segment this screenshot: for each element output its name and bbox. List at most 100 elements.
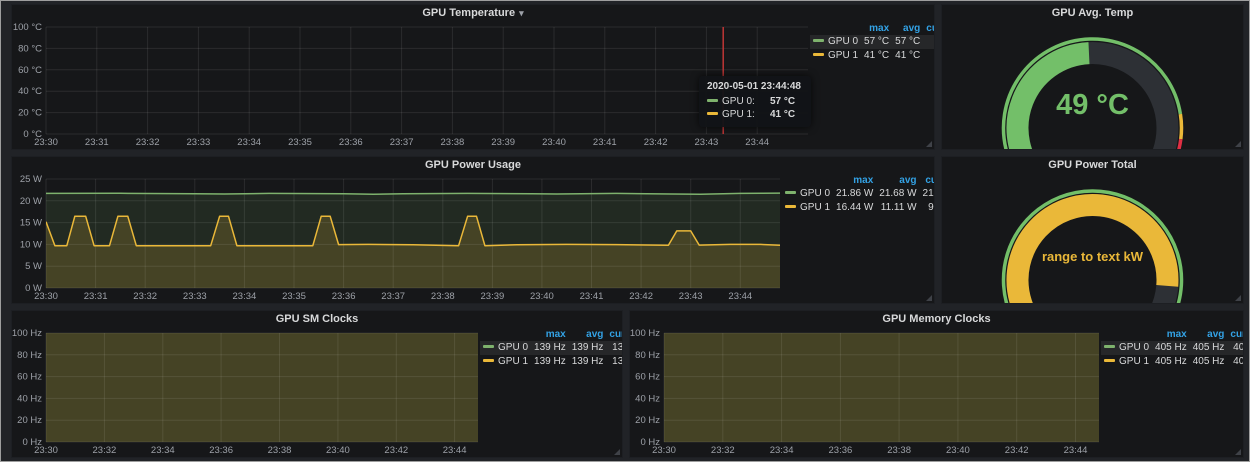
legend-value: 41 °C (923, 49, 935, 63)
panel-resize-handle[interactable] (926, 141, 932, 147)
panel-title[interactable]: GPU Temperature (422, 7, 515, 19)
svg-text:23:38: 23:38 (431, 291, 455, 302)
legend-value: 21.86 W (833, 187, 876, 201)
legend-table: maxavgcurrentGPU 021.86 W21.68 W21.77 WG… (782, 173, 934, 303)
legend-series-name[interactable]: GPU 0 (480, 341, 531, 355)
legend-value: 139 Hz (569, 355, 607, 369)
legend-series-name[interactable]: GPU 1 (480, 355, 531, 369)
panel-title[interactable]: GPU SM Clocks (276, 313, 359, 325)
svg-text:80 Hz: 80 Hz (635, 350, 660, 361)
legend-value: 139 Hz (569, 341, 607, 355)
legend-corner (782, 175, 833, 187)
tooltip-row: GPU 1: 41 °C (707, 108, 801, 121)
legend-series-name[interactable]: GPU 0 (1101, 341, 1152, 355)
gpu-power-usage-chart[interactable]: 0 W5 W10 W15 W20 W25 W23:3023:3123:3223:… (12, 173, 782, 303)
svg-text:23:38: 23:38 (441, 137, 465, 148)
legend-value: 21.77 W (920, 187, 935, 201)
legend-col-header[interactable]: avg (876, 175, 919, 187)
legend-col-header[interactable]: max (861, 23, 892, 35)
gpu-memory-clocks-chart[interactable]: 0 Hz20 Hz40 Hz60 Hz80 Hz100 Hz23:3023:32… (630, 327, 1101, 457)
svg-text:23:31: 23:31 (85, 137, 109, 148)
panel-title[interactable]: GPU Memory Clocks (882, 313, 990, 325)
tooltip-series-label: GPU 0: (722, 95, 760, 108)
panel-gpu-power-usage: GPU Power Usage 0 W5 W10 W15 W20 W25 W23… (11, 156, 935, 304)
panel-header[interactable]: GPU Memory Clocks (630, 311, 1243, 327)
legend-value: 139 Hz (531, 355, 569, 369)
legend-series-name[interactable]: GPU 0 (810, 35, 861, 49)
legend-col-header[interactable]: current (923, 23, 935, 35)
panel-resize-handle[interactable] (1235, 449, 1241, 455)
svg-text:23:35: 23:35 (288, 137, 312, 148)
legend-col-header[interactable]: current (920, 175, 935, 187)
svg-text:23:39: 23:39 (481, 291, 505, 302)
legend-series-name[interactable]: GPU 1 (810, 49, 861, 63)
svg-text:23:32: 23:32 (93, 445, 117, 456)
series-color-dash (813, 39, 824, 42)
tooltip-row: GPU 0: 57 °C (707, 95, 801, 108)
legend-row: GPU 116.44 W11.11 W9.79 W (782, 201, 935, 215)
legend-value: 139 Hz (606, 355, 623, 369)
legend-series-name[interactable]: GPU 0 (782, 187, 833, 201)
series-color-dash (707, 112, 718, 115)
svg-text:23:34: 23:34 (151, 445, 175, 456)
panel-header[interactable]: GPU Avg. Temp (942, 5, 1243, 21)
legend-corner (1101, 329, 1152, 341)
legend-col-header[interactable]: max (531, 329, 569, 341)
legend-col-header[interactable]: current (606, 329, 623, 341)
legend-table: maxavgcurrentGPU 0405 Hz405 Hz405 HzGPU … (1101, 327, 1243, 457)
panel-title[interactable]: GPU Avg. Temp (1052, 7, 1134, 19)
svg-text:23:42: 23:42 (644, 137, 668, 148)
svg-text:23:44: 23:44 (745, 137, 769, 148)
panel-resize-handle[interactable] (926, 295, 932, 301)
legend-col-header[interactable]: avg (569, 329, 607, 341)
svg-text:80 °C: 80 °C (18, 43, 42, 54)
panel-header[interactable]: GPU Power Usage (12, 157, 934, 173)
svg-text:100 Hz: 100 Hz (12, 328, 42, 339)
svg-text:100 Hz: 100 Hz (630, 328, 660, 339)
legend-col-header[interactable]: avg (1190, 329, 1228, 341)
svg-text:10 W: 10 W (20, 239, 42, 250)
svg-text:100 °C: 100 °C (13, 22, 42, 33)
legend-value: 57 °C (892, 35, 923, 49)
legend-col-header[interactable]: avg (892, 23, 923, 35)
panel-resize-handle[interactable] (1235, 141, 1241, 147)
gpu-sm-clocks-chart[interactable]: 0 Hz20 Hz40 Hz60 Hz80 Hz100 Hz23:3023:32… (12, 327, 480, 457)
series-color-dash (785, 205, 796, 208)
power-total-gauge (942, 173, 1243, 303)
svg-text:23:33: 23:33 (183, 291, 207, 302)
panel-resize-handle[interactable] (1235, 295, 1241, 301)
panel-header[interactable]: GPU Temperature ▾ (12, 5, 934, 21)
legend-series-name[interactable]: GPU 1 (1101, 355, 1152, 369)
legend-row: GPU 141 °C41 °C41 °C (810, 49, 935, 63)
series-color-dash (483, 359, 494, 362)
svg-text:23:32: 23:32 (133, 291, 157, 302)
legend-col-header[interactable]: max (1152, 329, 1190, 341)
avg-temp-gauge (942, 21, 1243, 149)
panel-header[interactable]: GPU Power Total (942, 157, 1243, 173)
svg-text:23:37: 23:37 (381, 291, 405, 302)
panel-title[interactable]: GPU Power Total (1048, 159, 1136, 171)
panel-title[interactable]: GPU Power Usage (425, 159, 521, 171)
svg-text:23:33: 23:33 (187, 137, 211, 148)
svg-text:23:34: 23:34 (770, 445, 794, 456)
legend-series-name[interactable]: GPU 1 (782, 201, 833, 215)
svg-text:60 Hz: 60 Hz (17, 372, 42, 383)
panel-resize-handle[interactable] (614, 449, 620, 455)
panel-gpu-avg-temp: GPU Avg. Temp 49 °C (941, 4, 1244, 150)
chevron-down-icon[interactable]: ▾ (519, 8, 524, 18)
legend-value: 405 Hz (1152, 355, 1190, 369)
svg-text:60 Hz: 60 Hz (635, 372, 660, 383)
svg-text:23:40: 23:40 (326, 445, 350, 456)
svg-text:23:41: 23:41 (580, 291, 604, 302)
svg-text:23:30: 23:30 (652, 445, 676, 456)
panel-header[interactable]: GPU SM Clocks (12, 311, 622, 327)
series-color-dash (1104, 345, 1115, 348)
legend-value: 405 Hz (1190, 341, 1228, 355)
legend-col-header[interactable]: current (1227, 329, 1244, 341)
svg-text:40 Hz: 40 Hz (17, 393, 42, 404)
svg-text:23:37: 23:37 (390, 137, 414, 148)
svg-text:5 W: 5 W (25, 261, 42, 272)
legend-col-header[interactable]: max (833, 175, 876, 187)
svg-text:40 °C: 40 °C (18, 86, 42, 97)
gpu-temperature-chart[interactable]: 0 °C20 °C40 °C60 °C80 °C100 °C23:3023:31… (12, 21, 810, 149)
